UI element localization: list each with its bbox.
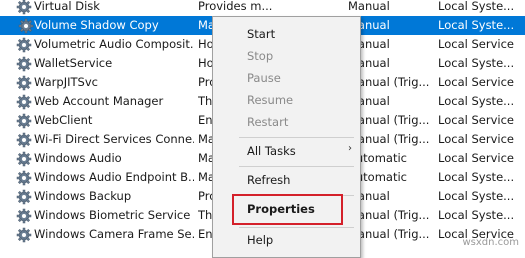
service-name: Windows Audio Endpoint B... <box>34 170 194 184</box>
gear-icon <box>16 75 32 91</box>
gear-icon <box>16 94 32 110</box>
service-log-on-as: Local Service <box>438 37 514 51</box>
service-name: Volume Shadow Copy <box>34 18 159 32</box>
service-name: Web Account Manager <box>34 94 164 108</box>
menu-separator <box>239 166 354 167</box>
service-log-on-as: Local Syste... <box>438 170 515 184</box>
service-name: Wi-Fi Direct Services Conne... <box>34 132 194 146</box>
gear-icon <box>16 0 32 15</box>
menu-item-restart: Restart <box>247 115 289 129</box>
service-startup-type: Manual <box>348 0 390 13</box>
service-name: WebClient <box>34 113 93 127</box>
service-name: Windows Audio <box>34 151 122 165</box>
menu-item-all-tasks[interactable]: All Tasks <box>247 141 296 161</box>
gear-icon <box>16 189 32 205</box>
service-name: Windows Camera Frame Se... <box>34 227 194 241</box>
gear-icon <box>18 18 34 34</box>
service-log-on-as: Local Service <box>438 151 514 165</box>
service-log-on-as: Local Service <box>438 132 514 146</box>
service-description: Provides m... <box>198 0 273 13</box>
gear-icon <box>16 170 32 186</box>
service-log-on-as: Local Service <box>438 113 514 127</box>
service-name: Windows Backup <box>34 189 132 203</box>
service-log-on-as: Local Syste... <box>438 208 515 222</box>
gear-icon <box>16 37 32 53</box>
service-name: WalletService <box>34 56 113 70</box>
gear-icon <box>16 113 32 129</box>
menu-item-pause: Pause <box>247 71 281 85</box>
service-name: Windows Biometric Service <box>34 208 191 222</box>
gear-icon <box>16 56 32 72</box>
service-log-on-as: Local Syste... <box>438 94 515 108</box>
gear-icon <box>16 151 32 167</box>
service-row[interactable]: Virtual Disk Provides m... Manual Local Sys… <box>0 0 525 16</box>
gear-icon <box>16 132 32 148</box>
service-log-on-as: Local Syste... <box>438 56 515 70</box>
menu-item-stop: Stop <box>247 49 274 63</box>
properties-highlight-box <box>232 194 343 225</box>
menu-item-refresh[interactable]: Refresh <box>247 170 290 190</box>
service-name: WarpJITSvc <box>34 75 98 89</box>
menu-separator <box>239 227 354 228</box>
service-name: Volumetric Audio Composit... <box>34 37 194 51</box>
service-log-on-as: Local Syste... <box>438 189 515 203</box>
service-log-on-as: Local Syste... <box>438 18 515 32</box>
menu-item-resume: Resume <box>247 93 294 107</box>
menu-item-help[interactable]: Help <box>247 230 273 250</box>
service-log-on-as: Local Service <box>438 75 514 89</box>
service-log-on-as: Local Syste... <box>438 0 515 13</box>
watermark: wsxdn.com <box>462 237 519 248</box>
gear-icon <box>16 208 32 224</box>
submenu-arrow-icon: › <box>348 143 352 154</box>
service-name: Virtual Disk <box>34 0 100 13</box>
gear-icon <box>16 227 32 243</box>
context-menu: Start Stop Pause Resume Restart All Task… <box>212 16 361 258</box>
menu-item-start[interactable]: Start <box>247 24 275 44</box>
menu-separator <box>239 137 354 138</box>
